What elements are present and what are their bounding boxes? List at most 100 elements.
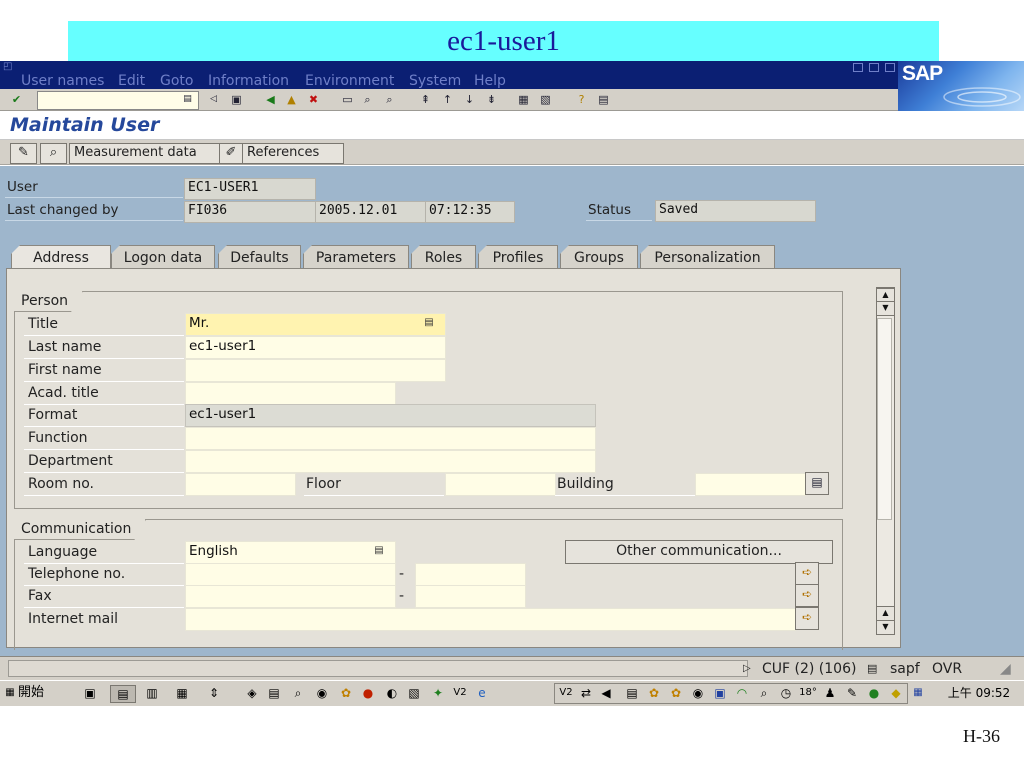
task-explorer-icon[interactable]: ▦ bbox=[170, 685, 194, 701]
tray-ime-icon[interactable]: ▦ bbox=[910, 685, 926, 701]
task-sap-window-icon[interactable]: ▤ bbox=[110, 685, 136, 703]
tab-groups[interactable]: Groups bbox=[560, 245, 638, 270]
maximize-icon[interactable] bbox=[869, 63, 879, 72]
tray-app-icon[interactable]: ● bbox=[360, 685, 376, 701]
tray-app-icon[interactable]: ⌕ bbox=[290, 685, 306, 701]
print-icon[interactable]: ▭ bbox=[340, 92, 355, 107]
building-field[interactable] bbox=[695, 473, 806, 496]
previous-page-icon[interactable]: ↑ bbox=[440, 92, 455, 107]
resize-grip-icon[interactable]: ◢ bbox=[1000, 660, 1011, 678]
references-button[interactable]: References bbox=[242, 143, 344, 164]
system-info-icon[interactable]: ▤ bbox=[867, 660, 877, 678]
tray-app-icon[interactable]: ▤ bbox=[266, 685, 282, 701]
scroll-down-bottom-icon[interactable]: ▼ bbox=[876, 620, 895, 635]
email-more-icon[interactable]: ➪ bbox=[795, 607, 819, 630]
tray-app-icon[interactable]: ◐ bbox=[384, 685, 400, 701]
telephone-field[interactable] bbox=[185, 563, 396, 586]
tab-parameters[interactable]: Parameters bbox=[303, 245, 409, 270]
start-button[interactable]: 開始 bbox=[18, 685, 62, 701]
telephone-more-icon[interactable]: ➪ bbox=[795, 562, 819, 585]
back-arrow-icon[interactable]: ◁ bbox=[206, 92, 221, 107]
find-icon[interactable]: ⌕ bbox=[360, 92, 375, 107]
menu-information[interactable]: Information bbox=[208, 73, 289, 89]
tray-app-icon[interactable]: ✿ bbox=[338, 685, 354, 701]
tray-app-icon[interactable]: ✿ bbox=[668, 685, 684, 701]
tray-monitor-icon[interactable]: ▤ bbox=[624, 685, 640, 701]
tab-roles[interactable]: Roles bbox=[411, 245, 476, 270]
window-menu-icon[interactable]: ◰ bbox=[3, 61, 12, 72]
tray-network-icon[interactable]: ⇄ bbox=[578, 685, 594, 701]
scroll-up-bottom-icon[interactable]: ▲ bbox=[876, 606, 895, 621]
display-icon[interactable]: ⌕ bbox=[40, 143, 67, 164]
menu-edit[interactable]: Edit bbox=[118, 73, 145, 89]
tab-logon-data[interactable]: Logon data bbox=[111, 245, 215, 270]
find-next-icon[interactable]: ⌕ bbox=[382, 92, 397, 107]
next-page-icon[interactable]: ↓ bbox=[462, 92, 477, 107]
language-dropdown-icon[interactable]: ▤ bbox=[373, 545, 385, 557]
tray-app-icon[interactable]: ◆ bbox=[888, 685, 904, 701]
internet-explorer-icon[interactable]: e bbox=[474, 685, 490, 701]
cancel-icon[interactable]: ✖ bbox=[306, 92, 321, 107]
last-name-field[interactable]: ec1-user1 bbox=[185, 336, 446, 359]
exit-icon[interactable]: ▲ bbox=[284, 92, 299, 107]
tray-app-icon[interactable]: ◉ bbox=[314, 685, 330, 701]
scroll-thumb[interactable] bbox=[877, 318, 892, 520]
layout-menu-icon[interactable]: ▤ bbox=[596, 92, 611, 107]
telephone-extension-field[interactable] bbox=[415, 563, 526, 586]
room-field[interactable] bbox=[185, 473, 296, 496]
tray-app-icon[interactable]: ◉ bbox=[690, 685, 706, 701]
title-dropdown-icon[interactable]: ▤ bbox=[423, 317, 435, 329]
save-icon[interactable]: ▣ bbox=[229, 92, 244, 107]
tray-app-icon[interactable]: ⌕ bbox=[756, 685, 772, 701]
windows-start-icon[interactable]: ▦ bbox=[4, 685, 16, 701]
function-field[interactable] bbox=[185, 427, 596, 450]
tray-app-icon[interactable]: ✦ bbox=[430, 685, 446, 701]
tray-v2-icon[interactable]: V2 bbox=[558, 685, 574, 701]
tray-app-icon[interactable]: ● bbox=[866, 685, 882, 701]
tray-app-icon[interactable]: V2 bbox=[452, 685, 468, 701]
email-field[interactable] bbox=[185, 608, 796, 631]
close-icon[interactable] bbox=[885, 63, 895, 72]
change-other-icon[interactable]: ✎ bbox=[10, 143, 37, 164]
menu-system[interactable]: System bbox=[409, 73, 461, 89]
first-name-field[interactable] bbox=[185, 359, 446, 382]
language-field[interactable]: English bbox=[185, 541, 396, 564]
floor-field[interactable] bbox=[445, 473, 556, 496]
title-field[interactable]: Mr. bbox=[185, 313, 446, 336]
department-field[interactable] bbox=[185, 450, 596, 473]
tray-app-icon[interactable]: ◈ bbox=[244, 685, 260, 701]
tray-pen-icon[interactable]: ✎ bbox=[844, 685, 860, 701]
create-session-icon[interactable]: ▦ bbox=[516, 92, 531, 107]
tray-app-icon[interactable]: ✿ bbox=[646, 685, 662, 701]
tray-app-icon[interactable]: ▣ bbox=[712, 685, 728, 701]
task-scroll-icon[interactable]: ⇕ bbox=[206, 685, 222, 701]
menu-help[interactable]: Help bbox=[474, 73, 506, 89]
command-field[interactable] bbox=[37, 91, 199, 110]
back-icon[interactable]: ◀ bbox=[263, 92, 278, 107]
tab-profiles[interactable]: Profiles bbox=[478, 245, 558, 270]
enter-check-icon[interactable]: ✔ bbox=[9, 92, 24, 107]
tray-volume-icon[interactable]: ◀ bbox=[598, 685, 614, 701]
tab-defaults[interactable]: Defaults bbox=[218, 245, 301, 270]
fax-field[interactable] bbox=[185, 585, 396, 608]
menu-environment[interactable]: Environment bbox=[305, 73, 394, 89]
measurement-data-button[interactable]: Measurement data bbox=[69, 143, 224, 164]
tab-personalization[interactable]: Personalization bbox=[640, 245, 775, 270]
tray-clock-icon[interactable]: ◷ bbox=[778, 685, 794, 701]
first-page-icon[interactable]: ⇞ bbox=[418, 92, 433, 107]
last-page-icon[interactable]: ⇟ bbox=[484, 92, 499, 107]
tray-user-icon[interactable]: ♟ bbox=[822, 685, 838, 701]
tray-app-icon[interactable]: ◠ bbox=[734, 685, 750, 701]
acad-title-field[interactable] bbox=[185, 382, 396, 405]
address-detail-button[interactable]: ▤ bbox=[805, 472, 829, 495]
quicklaunch-show-desktop-icon[interactable]: ▣ bbox=[82, 685, 98, 701]
fax-more-icon[interactable]: ➪ bbox=[795, 584, 819, 607]
minimize-icon[interactable] bbox=[853, 63, 863, 72]
other-communication-button[interactable]: Other communication... bbox=[565, 540, 833, 564]
status-expand-icon[interactable]: ▷ bbox=[743, 660, 751, 678]
help-icon[interactable]: ? bbox=[574, 92, 589, 107]
tray-app-icon[interactable]: ▧ bbox=[406, 685, 422, 701]
fax-extension-field[interactable] bbox=[415, 585, 526, 608]
command-history-icon[interactable]: ▤ bbox=[180, 92, 195, 107]
menu-user-names[interactable]: User names bbox=[21, 73, 104, 89]
